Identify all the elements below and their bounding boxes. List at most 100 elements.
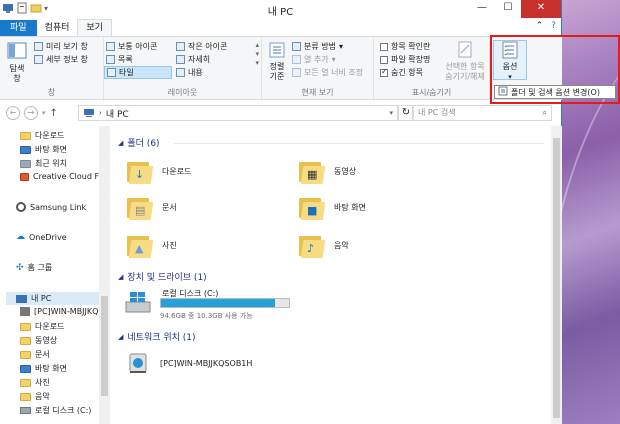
folder-label: 문서 <box>162 202 177 212</box>
folder-item-downloads[interactable]: ↓ 다운로드 <box>126 158 191 184</box>
layout-small-icons[interactable]: 작은 아이콘 <box>176 41 227 52</box>
nav-item-label: 사진 <box>35 378 50 387</box>
item-checkbox-box[interactable] <box>380 42 388 51</box>
nav-item-this-pc[interactable]: 내 PC <box>6 292 99 305</box>
hidden-items-box[interactable] <box>380 67 388 77</box>
file-ext-box[interactable] <box>380 55 388 64</box>
folder-item-pictures[interactable]: ▲ 사진 <box>126 232 177 258</box>
list-icon <box>106 55 115 64</box>
ribbon-collapse-icon[interactable]: ⌃ <box>536 21 544 31</box>
content-scroll-thumb[interactable] <box>553 138 560 418</box>
file-ext-toggle[interactable]: 파일 확장명 <box>380 54 430 65</box>
close-button[interactable]: ✕ <box>521 0 561 18</box>
folder-item-documents[interactable]: ▤ 문서 <box>126 194 177 220</box>
address-path[interactable]: 내 PC <box>106 107 129 120</box>
details-pane-button[interactable]: 세부 정보 창 <box>34 54 88 65</box>
layout-details[interactable]: 자세히 <box>176 54 210 65</box>
normal-icons-label: 보통 아이콘 <box>118 42 158 51</box>
nav-item-pc-desktop[interactable]: 바탕 화면 <box>20 363 67 374</box>
back-icon[interactable]: ← <box>6 106 20 120</box>
nav-item-label: 바탕 화면 <box>35 145 67 154</box>
folder-item-desktop[interactable]: ■ 바탕 화면 <box>298 194 366 220</box>
nav-item-label: 최근 위치 <box>35 159 67 168</box>
sort-button[interactable]: 정렬 기준 <box>265 41 289 82</box>
nav-item-pc-downloads[interactable]: 다운로드 <box>20 321 64 332</box>
hide-selected-icon <box>458 41 472 58</box>
recent-places-icon <box>20 159 31 168</box>
section-network[interactable]: ◢ 네트워크 위치 (1) <box>118 330 196 344</box>
hide-selected-button[interactable]: 선택한 항목 숨기기/해제 <box>442 41 488 82</box>
preview-pane-button[interactable]: 미리 보기 창 <box>34 41 88 52</box>
nav-item-local-disk[interactable]: 로컬 디스크 (C:) <box>20 405 91 416</box>
section-folders[interactable]: ◢ 폴더 (6) <box>118 136 160 150</box>
add-columns-button[interactable]: 열 추가 ▾ <box>292 54 336 65</box>
title-bar: ▾ 내 PC — ☐ ✕ <box>0 0 561 18</box>
folder-icon <box>20 131 31 140</box>
nav-item-downloads[interactable]: 다운로드 <box>20 130 64 141</box>
nav-item-onedrive[interactable]: ☁ OneDrive <box>16 232 67 242</box>
tab-file[interactable]: 파일 <box>0 20 37 36</box>
layout-list[interactable]: 목록 <box>106 54 133 65</box>
fit-columns-button[interactable]: 모든 열 너비 조정 <box>292 67 363 78</box>
collapse-icon[interactable]: ◢ <box>118 139 123 147</box>
help-icon[interactable]: ? <box>551 21 556 31</box>
list-label: 목록 <box>118 55 133 64</box>
section-header: 장치 및 드라이브 (1) <box>127 273 207 283</box>
section-header: 폴더 (6) <box>127 139 160 149</box>
hide-selected-label: 선택한 항목 숨기기/해제 <box>445 62 485 81</box>
layout-normal-icons[interactable]: 보통 아이콘 <box>106 41 157 52</box>
nav-item-recent[interactable]: 최근 위치 <box>20 158 67 169</box>
folder-item-music[interactable]: ♪ 음악 <box>298 232 349 258</box>
tab-computer[interactable]: 컴퓨터 <box>37 20 78 36</box>
hidden-items-toggle[interactable]: 숨긴 항목 <box>380 67 423 78</box>
group-label-layout: 레이아웃 <box>167 88 198 97</box>
collapse-icon[interactable]: ◢ <box>118 273 123 281</box>
nav-item-samsung-link[interactable]: Samsung Link <box>16 202 86 212</box>
maximize-button[interactable]: ☐ <box>495 0 521 18</box>
nav-item-label: 다운로드 <box>35 131 65 140</box>
nav-item-creative-cloud[interactable]: Creative Cloud Fi <box>20 172 101 181</box>
small-icons-label: 작은 아이콘 <box>188 42 228 51</box>
group-show-hide: 항목 확인란 파일 확장명 숨긴 항목 선택한 항목 숨기기/해제 표시/숨기기 <box>374 37 490 101</box>
nav-item-label: 음악 <box>35 392 50 401</box>
nav-item-pictures[interactable]: 사진 <box>20 377 50 388</box>
address-dropdown-icon[interactable]: ▾ <box>389 109 393 117</box>
up-icon[interactable]: ↑ <box>50 108 58 119</box>
item-checkbox-toggle[interactable]: 항목 확인란 <box>380 41 430 52</box>
desktop-icon <box>20 145 31 154</box>
drive-item-local-disk[interactable] <box>124 290 152 319</box>
search-icon[interactable]: ⌕ <box>543 106 547 120</box>
add-columns-label: 열 추가 <box>304 55 329 64</box>
nav-item-network-pc[interactable]: [PC]WIN-MBJJKQ <box>20 307 98 316</box>
fit-columns-icon <box>292 68 301 77</box>
layout-tiles[interactable]: 타일 <box>104 66 172 79</box>
nav-item-music[interactable]: 음악 <box>20 391 50 402</box>
tab-view[interactable]: 보기 <box>77 19 112 36</box>
content-scrollbar[interactable] <box>551 126 562 424</box>
drive-usage-bar <box>160 298 290 308</box>
nav-scroll-thumb[interactable] <box>101 296 108 396</box>
desktop-icon <box>20 364 31 373</box>
network-item[interactable]: [PC]WIN-MBJJKQSOB1H <box>126 351 252 375</box>
recent-dropdown-icon[interactable]: ▾ <box>42 109 46 117</box>
layout-content[interactable]: 내용 <box>176 67 203 78</box>
nav-pane-button[interactable]: 탐색 창 <box>4 41 30 84</box>
windows-drive-icon <box>125 292 151 313</box>
nav-item-documents[interactable]: 문서 <box>20 349 50 360</box>
pictures-folder-icon: ▲ <box>126 232 152 258</box>
search-input[interactable]: 내 PC 검색 ⌕ <box>412 105 552 121</box>
nav-pane-scrollbar[interactable] <box>99 126 110 424</box>
network-drive-icon <box>129 353 147 373</box>
collapse-icon[interactable]: ◢ <box>118 333 123 341</box>
address-bar[interactable]: › 내 PC ▾ <box>78 105 398 121</box>
forward-icon[interactable]: → <box>24 106 38 120</box>
nav-item-desktop[interactable]: 바탕 화면 <box>20 144 67 155</box>
layout-gallery-scroll[interactable]: ▴ ▾ ▾ <box>255 41 259 68</box>
group-layout: 보통 아이콘 작은 아이콘 목록 자세히 타일 내용 ▴ ▾ ▾ 레이아웃 <box>104 37 262 101</box>
group-by-button[interactable]: 분류 방법 ▾ <box>292 41 343 52</box>
section-devices[interactable]: ◢ 장치 및 드라이브 (1) <box>118 270 207 284</box>
nav-item-videos[interactable]: 동영상 <box>20 335 57 346</box>
folder-item-videos[interactable]: ▦ 동영상 <box>298 158 356 184</box>
minimize-button[interactable]: — <box>469 0 495 18</box>
nav-item-homegroup[interactable]: ✣ 홈 그룹 <box>16 262 52 273</box>
